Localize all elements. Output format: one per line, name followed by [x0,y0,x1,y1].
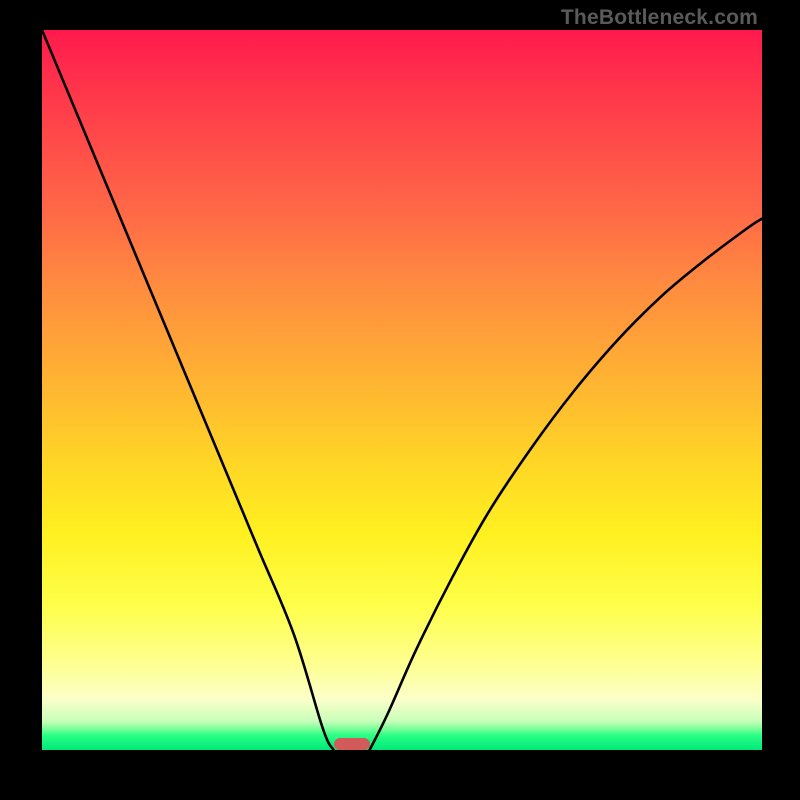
watermark-text: TheBottleneck.com [561,6,758,30]
chart-curve [42,30,762,750]
curve-left [42,30,334,750]
curve-right [370,219,762,750]
bottleneck-marker [334,738,370,750]
